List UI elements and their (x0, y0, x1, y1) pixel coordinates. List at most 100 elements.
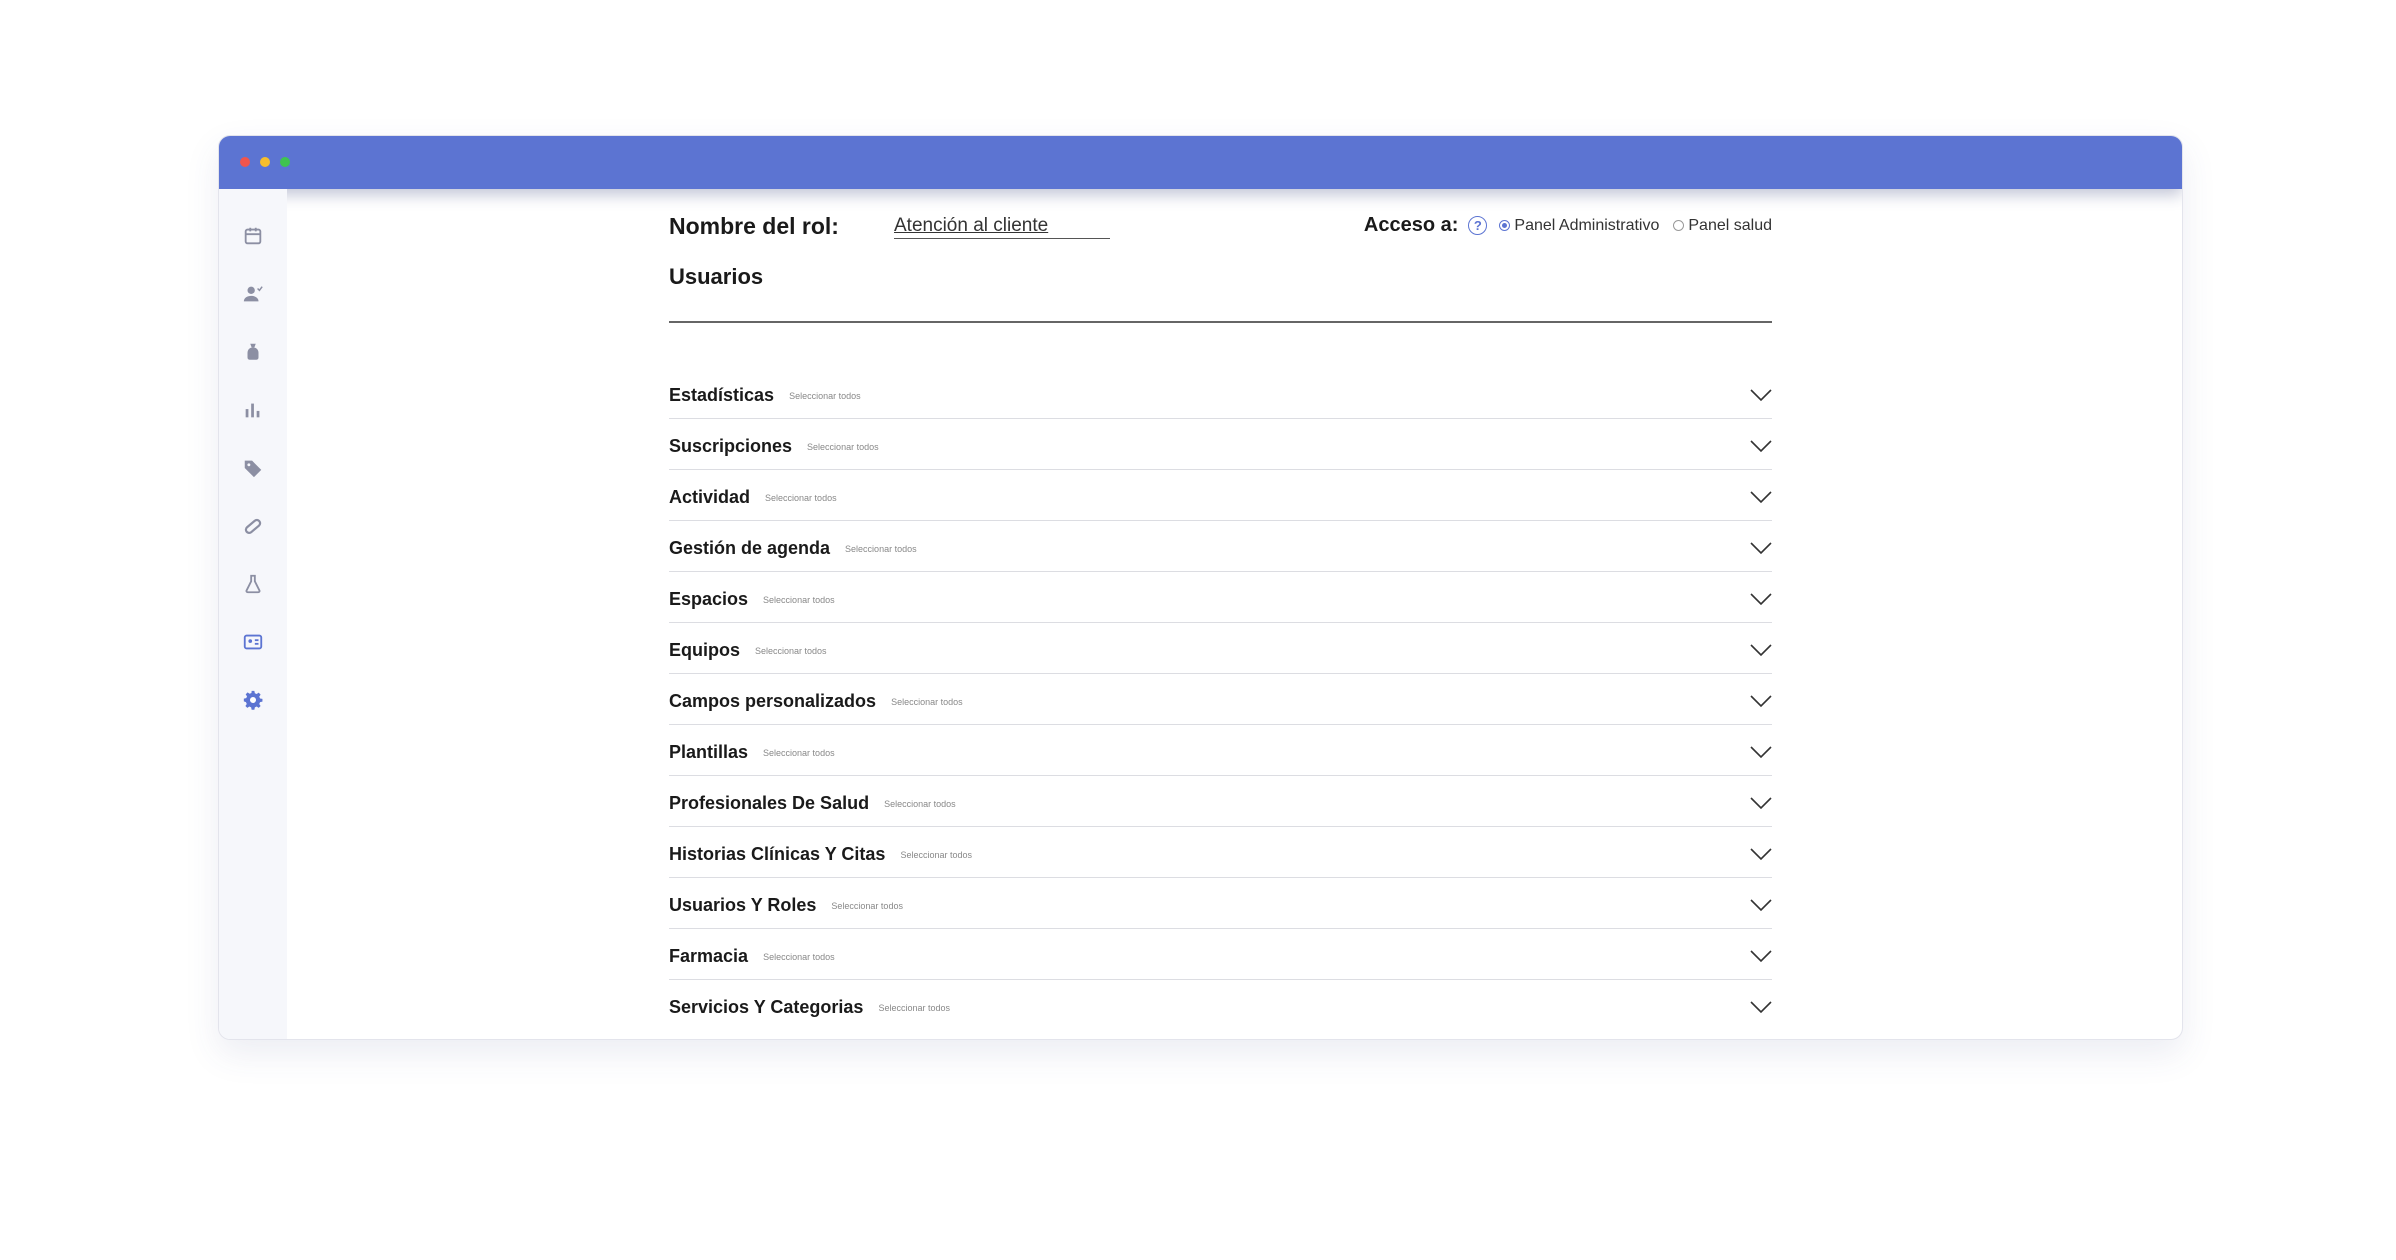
select-all-link[interactable]: Seleccionar todos (755, 646, 827, 656)
permission-group-title: Actividad Seleccionar todos (669, 487, 837, 508)
minimize-window-button[interactable] (260, 157, 270, 167)
panel-admin-radio[interactable] (1499, 220, 1511, 231)
permission-group-label: Usuarios Y Roles (669, 895, 817, 915)
permission-group-suscripciones[interactable]: Suscripciones Seleccionar todos (669, 419, 1772, 470)
permission-group-estadisticas[interactable]: Estadísticas Seleccionar todos (669, 368, 1772, 419)
gear-icon (243, 690, 263, 710)
sidebar-item-patients[interactable] (235, 624, 271, 660)
permission-group-actividad[interactable]: Actividad Seleccionar todos (669, 470, 1772, 521)
chevron-down-icon[interactable] (1750, 847, 1772, 861)
sidebar (219, 189, 287, 1039)
app-window: Nombre del rol: Acceso a: ? Panel Admini… (218, 135, 2183, 1040)
access-label: Acceso a: (1363, 214, 1459, 236)
permission-group-espacios[interactable]: Espacios Seleccionar todos (669, 572, 1772, 623)
chevron-down-icon[interactable] (1750, 898, 1772, 912)
sidebar-item-calendar[interactable] (235, 218, 271, 254)
chevron-down-icon[interactable] (1750, 949, 1772, 963)
permission-group-label: Suscripciones (669, 436, 793, 456)
permission-group-label: Equipos (669, 640, 740, 660)
permission-group-gestion-de-agenda[interactable]: Gestión de agenda Seleccionar todos (669, 521, 1772, 572)
chevron-down-icon[interactable] (1750, 592, 1772, 606)
role-name-input[interactable] (894, 213, 1110, 239)
calendar-icon (244, 227, 262, 245)
chevron-down-icon[interactable] (1750, 694, 1772, 708)
permission-group-label: Historias Clínicas Y Citas (669, 844, 886, 864)
permission-group-usuarios-y-roles[interactable]: Usuarios Y Roles Seleccionar todos (669, 878, 1772, 929)
permission-group-title: Campos personalizados Seleccionar todos (669, 691, 963, 712)
permission-group-title: Profesionales De Salud Seleccionar todos (669, 793, 956, 814)
permission-group-farmacia[interactable]: Farmacia Seleccionar todos (669, 929, 1772, 980)
permission-group-campos-personalizados[interactable]: Campos personalizados Seleccionar todos (669, 674, 1772, 725)
access-selector: Acceso a: ? Panel Administrativo Panel s… (1364, 214, 1772, 237)
select-all-link[interactable]: Seleccionar todos (789, 391, 861, 401)
bar-chart-icon (245, 403, 260, 418)
permission-group-label: Farmacia (669, 946, 749, 966)
permission-group-label: Gestión de agenda (669, 538, 831, 558)
permission-group-historias-clinicas-y-citas[interactable]: Historias Clínicas Y Citas Seleccionar to… (669, 827, 1772, 878)
section-divider (669, 321, 1772, 323)
section-title: Usuarios (669, 264, 764, 289)
permission-group-title: Equipos Seleccionar todos (669, 640, 827, 661)
role-name-label: Nombre del rol: (669, 213, 839, 239)
panel-admin-label[interactable]: Panel Administrativo (1514, 217, 1659, 235)
role-header: Nombre del rol: Acceso a: ? Panel Admini… (669, 211, 1772, 241)
flask-icon (245, 574, 261, 594)
close-window-button[interactable] (240, 157, 250, 167)
permission-group-servicios-y-categorias[interactable]: Servicios Y Categorias Seleccionar todos (669, 980, 1772, 1031)
select-all-link[interactable]: Seleccionar todos (878, 1003, 950, 1013)
chevron-down-icon[interactable] (1750, 388, 1772, 402)
chevron-down-icon[interactable] (1750, 490, 1772, 504)
chevron-down-icon[interactable] (1750, 541, 1772, 555)
select-all-link[interactable]: Seleccionar todos (900, 850, 972, 860)
chevron-down-icon[interactable] (1750, 745, 1772, 759)
permission-group-title: Usuarios Y Roles Seleccionar todos (669, 895, 903, 916)
permission-group-title: Farmacia Seleccionar todos (669, 946, 835, 967)
panel-health-radio[interactable] (1673, 220, 1685, 231)
permissions-accordion: Estadísticas Seleccionar todos Suscripcion… (669, 368, 1772, 1031)
select-all-link[interactable]: Seleccionar todos (763, 595, 835, 605)
user-check-icon (243, 286, 263, 302)
permission-group-title: Historias Clínicas Y Citas Seleccionar to… (669, 844, 972, 865)
permission-group-label: Estadísticas (669, 385, 775, 405)
permission-group-profesionales-de-salud[interactable]: Profesionales De Salud Seleccionar todos (669, 776, 1772, 827)
select-all-link[interactable]: Seleccionar todos (891, 697, 963, 707)
permission-group-label: Profesionales De Salud (669, 793, 870, 813)
sidebar-item-users[interactable] (235, 276, 271, 312)
sidebar-item-statistics[interactable] (235, 392, 271, 428)
select-all-link[interactable]: Seleccionar todos (884, 799, 956, 809)
permission-group-title: Plantillas Seleccionar todos (669, 742, 835, 763)
maximize-window-button[interactable] (280, 157, 290, 167)
money-bag-icon (247, 343, 259, 360)
chevron-down-icon[interactable] (1750, 796, 1772, 810)
permission-group-title: Suscripciones Seleccionar todos (669, 436, 879, 457)
sidebar-item-settings[interactable] (235, 682, 271, 718)
panel-health-label[interactable]: Panel salud (1688, 217, 1772, 235)
permission-group-label: Actividad (669, 487, 751, 507)
id-card-icon (243, 634, 263, 650)
sidebar-item-pharmacy[interactable] (235, 508, 271, 544)
window-titlebar (219, 136, 2182, 189)
main-content: Nombre del rol: Acceso a: ? Panel Admini… (669, 189, 1772, 1039)
chevron-down-icon[interactable] (1750, 1000, 1772, 1014)
sidebar-item-tags[interactable] (235, 450, 271, 486)
sidebar-item-finance[interactable] (235, 334, 271, 370)
chevron-down-icon[interactable] (1750, 643, 1772, 657)
permission-group-title: Servicios Y Categorias Seleccionar todos (669, 997, 950, 1018)
permission-group-plantillas[interactable]: Plantillas Seleccionar todos (669, 725, 1772, 776)
select-all-link[interactable]: Seleccionar todos (765, 493, 837, 503)
select-all-link[interactable]: Seleccionar todos (831, 901, 903, 911)
sidebar-item-laboratory[interactable] (235, 566, 271, 602)
chevron-down-icon[interactable] (1750, 439, 1772, 453)
select-all-link[interactable]: Seleccionar todos (845, 544, 917, 554)
permission-group-title: Gestión de agenda Seleccionar todos (669, 538, 917, 559)
permission-group-label: Espacios (669, 589, 749, 609)
permission-group-title: Estadísticas Seleccionar todos (669, 385, 861, 406)
pill-icon (244, 518, 262, 535)
permission-group-equipos[interactable]: Equipos Seleccionar todos (669, 623, 1772, 674)
select-all-link[interactable]: Seleccionar todos (807, 442, 879, 452)
select-all-link[interactable]: Seleccionar todos (763, 952, 835, 962)
help-icon[interactable]: ? (1468, 216, 1488, 235)
permission-group-title: Espacios Seleccionar todos (669, 589, 835, 610)
select-all-link[interactable]: Seleccionar todos (763, 748, 835, 758)
permission-group-label: Campos personalizados (669, 691, 877, 711)
